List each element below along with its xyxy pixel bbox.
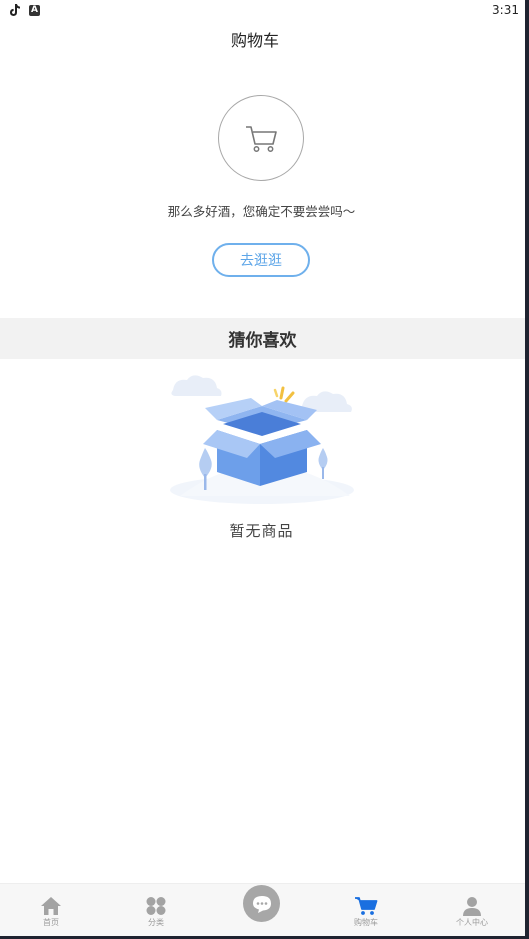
empty-box-icon xyxy=(170,375,354,504)
tab-home-label: 首页 xyxy=(43,918,59,927)
tab-cart[interactable]: 购物车 xyxy=(336,896,396,928)
page-title: 购物车 xyxy=(230,31,279,50)
cart-icon xyxy=(246,126,277,152)
chat-button[interactable] xyxy=(243,885,280,922)
tab-cart-label: 购物车 xyxy=(354,918,378,927)
tab-profile[interactable]: 个人中心 xyxy=(442,896,502,928)
chat-icon xyxy=(252,895,271,913)
app-screen: A 3:31 购物车 那么多好酒，您确定不要尝尝吗～ 去逛逛 猜你喜欢 暂无商品… xyxy=(0,0,525,936)
tiktok-icon xyxy=(10,4,20,16)
tab-home[interactable]: 首页 xyxy=(21,896,81,928)
a-notification-icon: A xyxy=(29,4,40,16)
status-time: 3:31 xyxy=(492,3,519,17)
user-icon xyxy=(463,897,481,916)
category-icon xyxy=(146,897,166,915)
go-shopping-button[interactable]: 去逛逛 xyxy=(212,243,310,277)
home-icon xyxy=(41,897,61,915)
status-icons: A xyxy=(8,3,40,17)
recommend-section-title: 猜你喜欢 xyxy=(0,318,525,359)
tab-category-label: 分类 xyxy=(148,918,164,927)
cart-icon xyxy=(355,897,378,915)
empty-cart-message: 那么多好酒，您确定不要尝尝吗～ xyxy=(167,204,356,219)
empty-cart-graphic xyxy=(218,95,304,181)
tab-category[interactable]: 分类 xyxy=(126,896,186,928)
status-bar: A 3:31 xyxy=(0,0,525,22)
no-goods-text: 暂无商品 xyxy=(229,522,294,540)
tab-profile-label: 个人中心 xyxy=(456,918,488,927)
